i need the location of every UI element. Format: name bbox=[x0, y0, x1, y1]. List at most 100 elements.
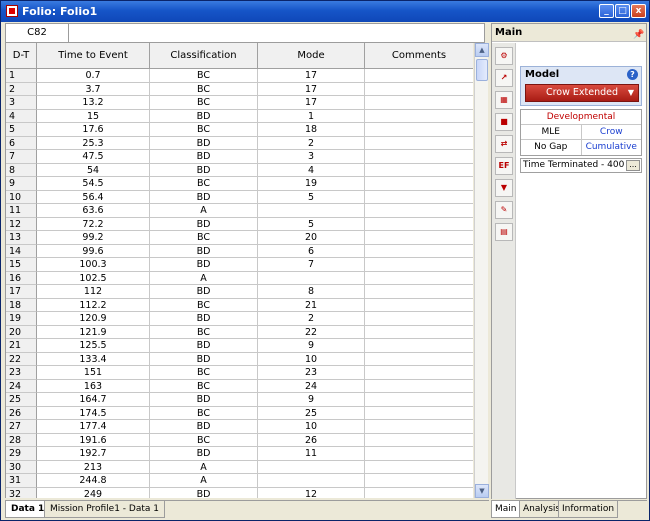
comments-cell[interactable] bbox=[365, 245, 473, 258]
comments-cell[interactable] bbox=[365, 69, 473, 83]
classification-cell[interactable]: BD bbox=[150, 285, 258, 299]
classification-cell[interactable]: BD bbox=[150, 217, 258, 231]
mode-cell[interactable]: 5 bbox=[258, 217, 365, 231]
classification-cell[interactable]: BD bbox=[150, 190, 258, 204]
mode-cell[interactable]: 4 bbox=[258, 163, 365, 177]
ellipsis-button[interactable]: ... bbox=[626, 160, 640, 171]
mode-cell[interactable]: 12 bbox=[258, 487, 365, 498]
row-number[interactable]: 22 bbox=[6, 352, 37, 366]
option-developmental[interactable]: Developmental bbox=[521, 110, 641, 124]
table-row[interactable]: 15 100.3 BD 7 bbox=[6, 258, 473, 272]
mode-cell[interactable]: 1 bbox=[258, 109, 365, 123]
scroll-down-icon[interactable]: ▼ bbox=[475, 484, 489, 498]
time-cell[interactable]: 56.4 bbox=[37, 190, 150, 204]
comments-cell[interactable] bbox=[365, 218, 473, 231]
help-icon[interactable]: ? bbox=[627, 69, 638, 80]
table-row[interactable]: 7 47.5 BD 3 bbox=[6, 150, 473, 164]
time-cell[interactable]: 0.7 bbox=[37, 69, 150, 83]
classification-cell[interactable]: A bbox=[150, 460, 258, 474]
time-cell[interactable]: 13.2 bbox=[37, 96, 150, 110]
termination-field[interactable]: Time Terminated - 400 ... bbox=[520, 158, 642, 173]
mode-cell[interactable]: 10 bbox=[258, 420, 365, 434]
comments-cell[interactable] bbox=[365, 110, 473, 123]
time-cell[interactable]: 191.6 bbox=[37, 433, 150, 447]
classification-cell[interactable]: BC bbox=[150, 406, 258, 420]
table-row[interactable]: 13 99.2 BC 20 bbox=[6, 231, 473, 245]
time-cell[interactable]: 174.5 bbox=[37, 406, 150, 420]
mode-cell[interactable]: 26 bbox=[258, 433, 365, 447]
table-row[interactable]: 9 54.5 BC 19 bbox=[6, 177, 473, 191]
table-row[interactable]: 11 63.6 A bbox=[6, 204, 473, 218]
row-number[interactable]: 19 bbox=[6, 312, 37, 326]
row-number[interactable]: 29 bbox=[6, 447, 37, 461]
comments-cell[interactable] bbox=[365, 461, 473, 474]
time-cell[interactable]: 177.4 bbox=[37, 420, 150, 434]
row-number[interactable]: 15 bbox=[6, 258, 37, 272]
mode-cell[interactable]: 7 bbox=[258, 258, 365, 272]
table-row[interactable]: 21 125.5 BD 9 bbox=[6, 339, 473, 353]
model-dropdown[interactable]: Crow Extended ▼ bbox=[525, 84, 639, 102]
vertical-scrollbar[interactable]: ▲ ▼ bbox=[474, 43, 489, 498]
comments-cell[interactable] bbox=[365, 353, 473, 366]
mode-cell[interactable]: 11 bbox=[258, 447, 365, 461]
table-row[interactable]: 29 192.7 BD 11 bbox=[6, 447, 473, 461]
data-grid[interactable]: D-T Time to Event Classification Mode Co… bbox=[5, 43, 473, 498]
time-cell[interactable]: 17.6 bbox=[37, 123, 150, 137]
row-number[interactable]: 28 bbox=[6, 433, 37, 447]
report-icon[interactable]: ■ bbox=[495, 113, 513, 131]
row-number[interactable]: 30 bbox=[6, 460, 37, 474]
mode-cell[interactable] bbox=[258, 271, 365, 285]
classification-cell[interactable]: BD bbox=[150, 136, 258, 150]
row-number[interactable]: 31 bbox=[6, 474, 37, 488]
table-row[interactable]: 23 151 BC 23 bbox=[6, 366, 473, 380]
mode-cell[interactable]: 2 bbox=[258, 136, 365, 150]
table-row[interactable]: 10 56.4 BD 5 bbox=[6, 190, 473, 204]
table-row[interactable]: 24 163 BC 24 bbox=[6, 379, 473, 393]
classification-cell[interactable]: BD bbox=[150, 312, 258, 326]
comments-cell[interactable] bbox=[365, 137, 473, 150]
classification-cell[interactable]: BC bbox=[150, 177, 258, 191]
time-cell[interactable]: 25.3 bbox=[37, 136, 150, 150]
classification-cell[interactable]: BC bbox=[150, 231, 258, 245]
row-number[interactable]: 5 bbox=[6, 123, 37, 137]
row-number[interactable]: 25 bbox=[6, 393, 37, 407]
comments-cell[interactable] bbox=[365, 366, 473, 380]
comments-cell[interactable] bbox=[365, 164, 473, 177]
column-header-mode[interactable]: Mode bbox=[258, 43, 365, 69]
classification-cell[interactable]: BD bbox=[150, 163, 258, 177]
comments-cell[interactable] bbox=[365, 150, 473, 164]
comments-cell[interactable] bbox=[365, 312, 473, 326]
classification-cell[interactable]: BC bbox=[150, 82, 258, 96]
mode-cell[interactable]: 5 bbox=[258, 190, 365, 204]
time-cell[interactable]: 192.7 bbox=[37, 447, 150, 461]
close-button[interactable]: x bbox=[631, 4, 646, 18]
row-number[interactable]: 2 bbox=[6, 82, 37, 96]
scroll-up-icon[interactable]: ▲ bbox=[475, 43, 489, 57]
option-mle[interactable]: MLE bbox=[521, 125, 581, 139]
table-row[interactable]: 19 120.9 BD 2 bbox=[6, 312, 473, 326]
option-no-gap[interactable]: No Gap bbox=[521, 140, 581, 155]
option-crow[interactable]: Crow bbox=[580, 125, 642, 139]
classification-cell[interactable]: BD bbox=[150, 393, 258, 407]
time-cell[interactable]: 163 bbox=[37, 379, 150, 393]
row-number[interactable]: 21 bbox=[6, 339, 37, 353]
comments-cell[interactable] bbox=[365, 177, 473, 191]
minimize-button[interactable]: _ bbox=[599, 4, 614, 18]
classification-cell[interactable]: A bbox=[150, 474, 258, 488]
cell-reference[interactable]: C82 bbox=[6, 24, 69, 42]
mode-cell[interactable]: 17 bbox=[258, 82, 365, 96]
classification-cell[interactable]: BD bbox=[150, 487, 258, 498]
row-number[interactable]: 8 bbox=[6, 163, 37, 177]
row-number[interactable]: 3 bbox=[6, 96, 37, 110]
row-number[interactable]: 18 bbox=[6, 298, 37, 312]
time-cell[interactable]: 72.2 bbox=[37, 217, 150, 231]
row-number[interactable]: 26 bbox=[6, 406, 37, 420]
row-number[interactable]: 14 bbox=[6, 244, 37, 258]
comments-cell[interactable] bbox=[365, 123, 473, 137]
row-number[interactable]: 9 bbox=[6, 177, 37, 191]
time-cell[interactable]: 120.9 bbox=[37, 312, 150, 326]
classification-cell[interactable]: BC bbox=[150, 298, 258, 312]
table-row[interactable]: 2 3.7 BC 17 bbox=[6, 82, 473, 96]
tab-main[interactable]: Main bbox=[491, 501, 521, 518]
table-row[interactable]: 31 244.8 A bbox=[6, 474, 473, 488]
